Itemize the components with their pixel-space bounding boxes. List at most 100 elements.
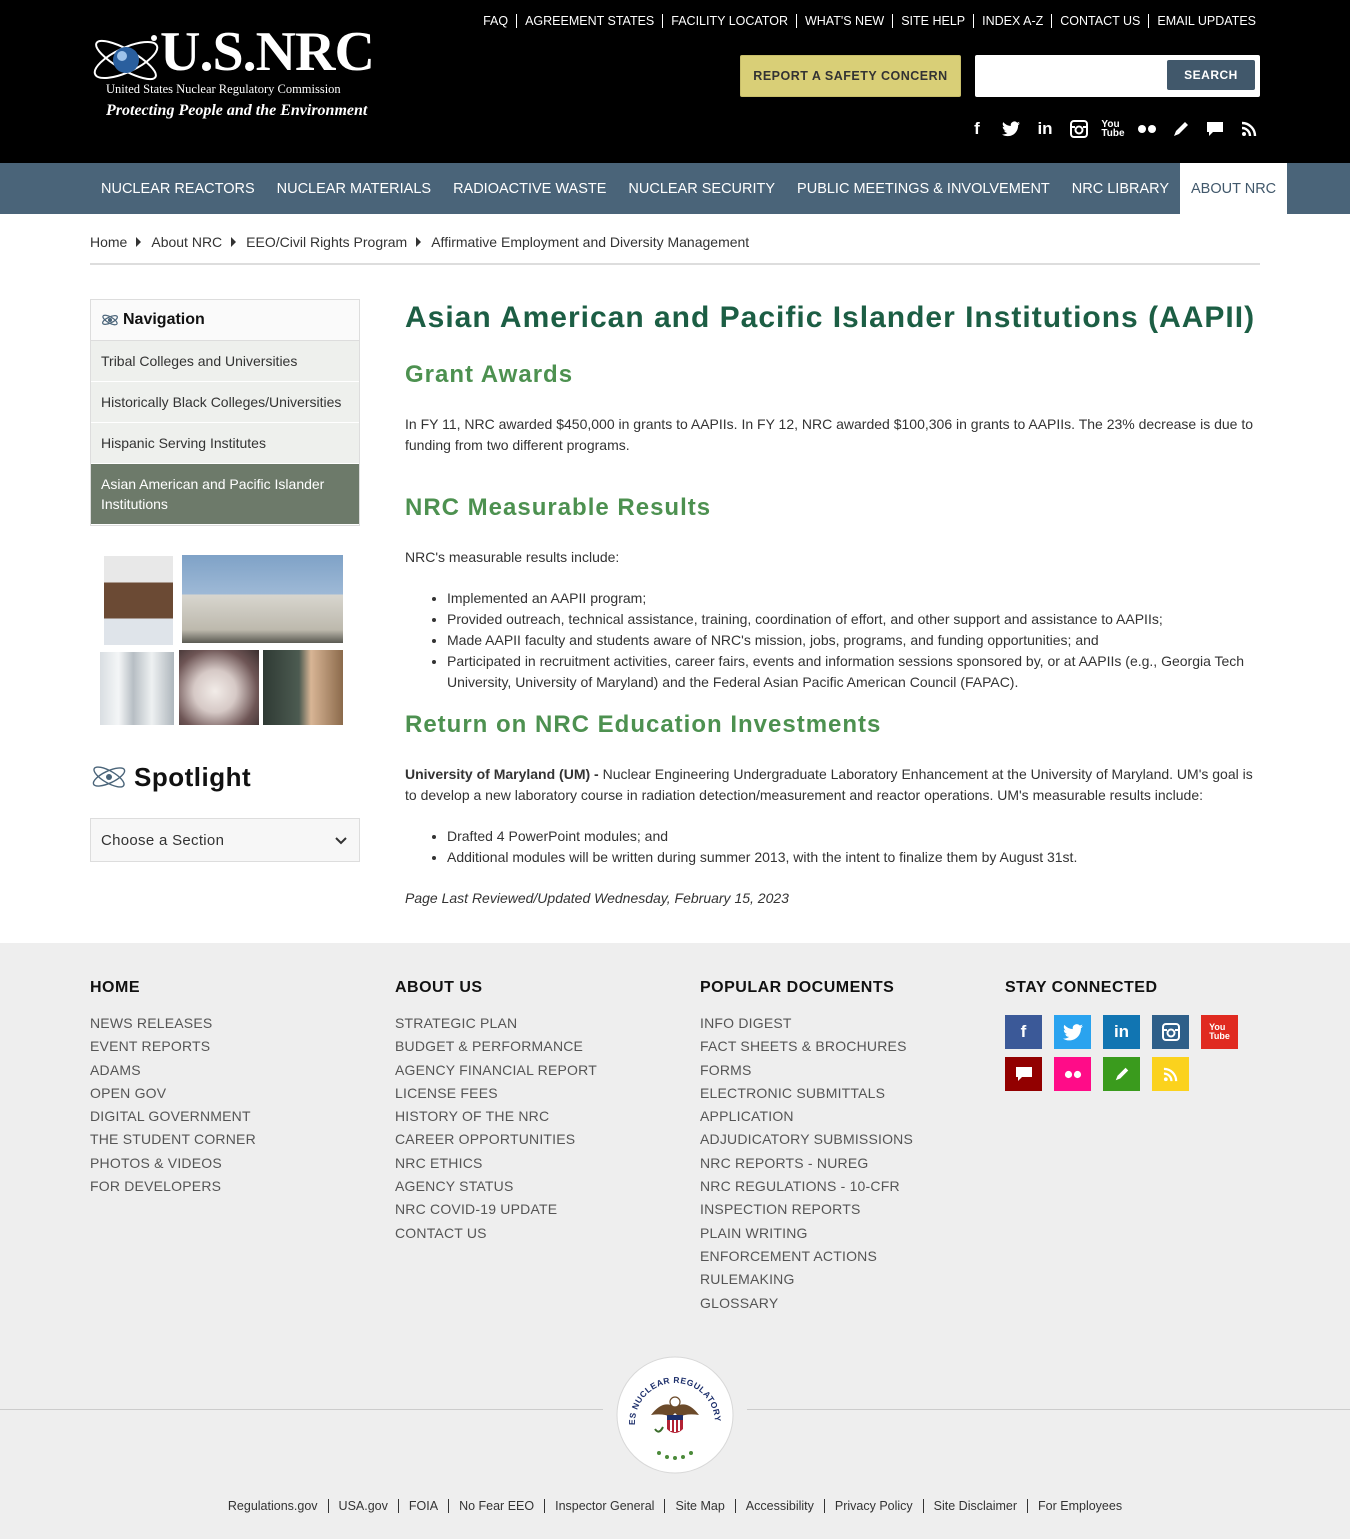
flickr-icon[interactable] (1054, 1057, 1091, 1091)
footer-bottom-link[interactable]: Accessibility (734, 1499, 824, 1513)
utility-link-whats-new[interactable]: WHAT'S NEW (795, 14, 892, 28)
footer-link[interactable]: LICENSE FEES (395, 1082, 597, 1105)
nav-nuclear-materials[interactable]: NUCLEAR MATERIALS (266, 163, 442, 214)
footer-link[interactable]: DIGITAL GOVERNMENT (90, 1105, 256, 1128)
rss-icon[interactable] (1152, 1057, 1189, 1091)
instagram-icon[interactable] (1152, 1015, 1189, 1049)
breadcrumb-home[interactable]: Home (90, 232, 127, 252)
linkedin-icon[interactable]: in (1028, 117, 1062, 141)
list-item: Provided outreach, technical assistance,… (447, 609, 1260, 630)
footer-link[interactable]: FOR DEVELOPERS (90, 1175, 256, 1198)
sidebar-item-hbcu[interactable]: Historically Black Colleges/Universities (91, 382, 359, 423)
breadcrumb-arrow-icon (136, 237, 142, 247)
footer-link[interactable]: PHOTOS & VIDEOS (90, 1152, 256, 1175)
twitter-icon[interactable] (994, 117, 1028, 141)
flickr-icon[interactable] (1130, 117, 1164, 141)
footer-link[interactable]: OPEN GOV (90, 1082, 256, 1105)
footer-link[interactable]: INSPECTION REPORTS (700, 1198, 913, 1221)
facebook-icon[interactable]: f (1005, 1015, 1042, 1049)
footer-heading[interactable]: POPULAR DOCUMENTS (700, 979, 913, 997)
blog-icon[interactable] (1164, 117, 1198, 141)
sidebar-item-hispanic-serving[interactable]: Hispanic Serving Institutes (91, 423, 359, 464)
choose-section-select[interactable]: Choose a Section (90, 818, 360, 862)
footer-link[interactable]: FORMS (700, 1059, 913, 1082)
footer-bottom-link[interactable]: Site Map (664, 1499, 734, 1513)
footer-link[interactable]: ENFORCEMENT ACTIONS (700, 1245, 913, 1268)
footer-heading[interactable]: ABOUT US (395, 979, 597, 997)
footer-bottom-link[interactable]: Regulations.gov (218, 1499, 328, 1513)
footer-link[interactable]: NRC REGULATIONS - 10-CFR (700, 1175, 913, 1198)
breadcrumb-eeo[interactable]: EEO/Civil Rights Program (246, 232, 407, 252)
footer-link[interactable]: FACT SHEETS & BROCHURES (700, 1035, 913, 1058)
utility-link-contact[interactable]: CONTACT US (1051, 14, 1148, 28)
nav-nuclear-security[interactable]: NUCLEAR SECURITY (617, 163, 786, 214)
photo-lab-technician (263, 650, 343, 725)
utility-link-facility-locator[interactable]: FACILITY LOCATOR (662, 14, 796, 28)
footer-column-documents: POPULAR DOCUMENTS INFO DIGEST FACT SHEET… (700, 979, 913, 1315)
comment-icon[interactable] (1005, 1057, 1042, 1091)
report-safety-concern-button[interactable]: REPORT A SAFETY CONCERN (740, 55, 961, 97)
utility-link-agreement-states[interactable]: AGREEMENT STATES (516, 14, 662, 28)
footer-link[interactable]: STRATEGIC PLAN (395, 1012, 597, 1035)
nav-radioactive-waste[interactable]: RADIOACTIVE WASTE (442, 163, 617, 214)
footer-link[interactable]: ADJUDICATORY SUBMISSIONS (700, 1128, 913, 1151)
breadcrumb-arrow-icon (231, 237, 237, 247)
nav-about-nrc[interactable]: ABOUT NRC (1180, 163, 1288, 214)
photo-worker-hardhat (104, 556, 173, 645)
footer-link[interactable]: RULEMAKING (700, 1268, 913, 1291)
footer-link[interactable]: NRC REPORTS - NUREG (700, 1152, 913, 1175)
education-investments-heading: Return on NRC Education Investments (405, 711, 882, 738)
footer-heading[interactable]: HOME (90, 979, 256, 997)
footer-link[interactable]: BUDGET & PERFORMANCE (395, 1035, 597, 1058)
footer-link[interactable]: NEWS RELEASES (90, 1012, 256, 1035)
footer-bottom-link[interactable]: Inspector General (544, 1499, 664, 1513)
facebook-icon[interactable]: f (960, 117, 994, 141)
comment-icon[interactable] (1198, 117, 1232, 141)
logo-subtitle: United States Nuclear Regulatory Commiss… (106, 82, 341, 96)
search-input[interactable] (981, 61, 1161, 91)
footer-bottom-link[interactable]: USA.gov (327, 1499, 398, 1513)
footer-bottom-link[interactable]: No Fear EEO (448, 1499, 544, 1513)
instagram-icon[interactable] (1062, 117, 1096, 141)
footer-link[interactable]: NRC COVID-19 UPDATE (395, 1198, 597, 1221)
footer-link[interactable]: EVENT REPORTS (90, 1035, 256, 1058)
footer-link[interactable]: ELECTRONIC SUBMITTALS (700, 1082, 913, 1105)
footer-link[interactable]: INFO DIGEST (700, 1012, 913, 1035)
rss-icon[interactable] (1232, 117, 1266, 141)
nav-public-meetings[interactable]: PUBLIC MEETINGS & INVOLVEMENT (786, 163, 1061, 214)
utility-link-email-updates[interactable]: EMAIL UPDATES (1148, 14, 1256, 28)
footer-link[interactable]: PLAIN WRITING (700, 1222, 913, 1245)
footer-link[interactable]: NRC ETHICS (395, 1152, 597, 1175)
nav-nuclear-reactors[interactable]: NUCLEAR REACTORS (90, 163, 266, 214)
sidebar-item-aapii[interactable]: Asian American and Pacific Islander Inst… (91, 464, 359, 525)
breadcrumb-about-nrc[interactable]: About NRC (151, 232, 222, 252)
youtube-icon[interactable]: You Tube (1096, 117, 1130, 141)
footer-bottom-link[interactable]: Privacy Policy (823, 1499, 923, 1513)
footer-link[interactable]: APPLICATION (700, 1105, 913, 1128)
utility-link-site-help[interactable]: SITE HELP (892, 14, 973, 28)
utility-link-faq[interactable]: FAQ (475, 14, 516, 28)
footer-bottom-link[interactable]: For Employees (1027, 1499, 1132, 1513)
footer-link[interactable]: CAREER OPPORTUNITIES (395, 1128, 597, 1151)
footer-bottom-link[interactable]: Site Disclaimer (922, 1499, 1027, 1513)
main-nav: NUCLEAR REACTORS NUCLEAR MATERIALS RADIO… (0, 163, 1350, 214)
breadcrumb-affirmative-employment[interactable]: Affirmative Employment and Diversity Man… (431, 232, 749, 252)
search-button[interactable]: SEARCH (1167, 60, 1255, 90)
logo-title: U.S.NRC (160, 21, 375, 83)
footer-link[interactable]: GLOSSARY (700, 1292, 913, 1315)
blog-icon[interactable] (1103, 1057, 1140, 1091)
twitter-icon[interactable] (1054, 1015, 1091, 1049)
youtube-icon[interactable]: You Tube (1201, 1015, 1238, 1049)
footer-bottom-link[interactable]: FOIA (397, 1499, 448, 1513)
footer-link[interactable]: HISTORY OF THE NRC (395, 1105, 597, 1128)
footer-link[interactable]: AGENCY FINANCIAL REPORT (395, 1059, 597, 1082)
footer-link[interactable]: ADAMS (90, 1059, 256, 1082)
footer-link[interactable]: CONTACT US (395, 1222, 597, 1245)
sidebar-item-tribal-colleges[interactable]: Tribal Colleges and Universities (91, 341, 359, 382)
footer-link[interactable]: THE STUDENT CORNER (90, 1128, 256, 1151)
linkedin-icon[interactable]: in (1103, 1015, 1140, 1049)
nav-nrc-library[interactable]: NRC LIBRARY (1061, 163, 1180, 214)
footer-link[interactable]: AGENCY STATUS (395, 1175, 597, 1198)
nrc-logo[interactable]: U.S.NRC United States Nuclear Regulatory… (90, 18, 375, 126)
utility-link-index[interactable]: INDEX A-Z (973, 14, 1051, 28)
